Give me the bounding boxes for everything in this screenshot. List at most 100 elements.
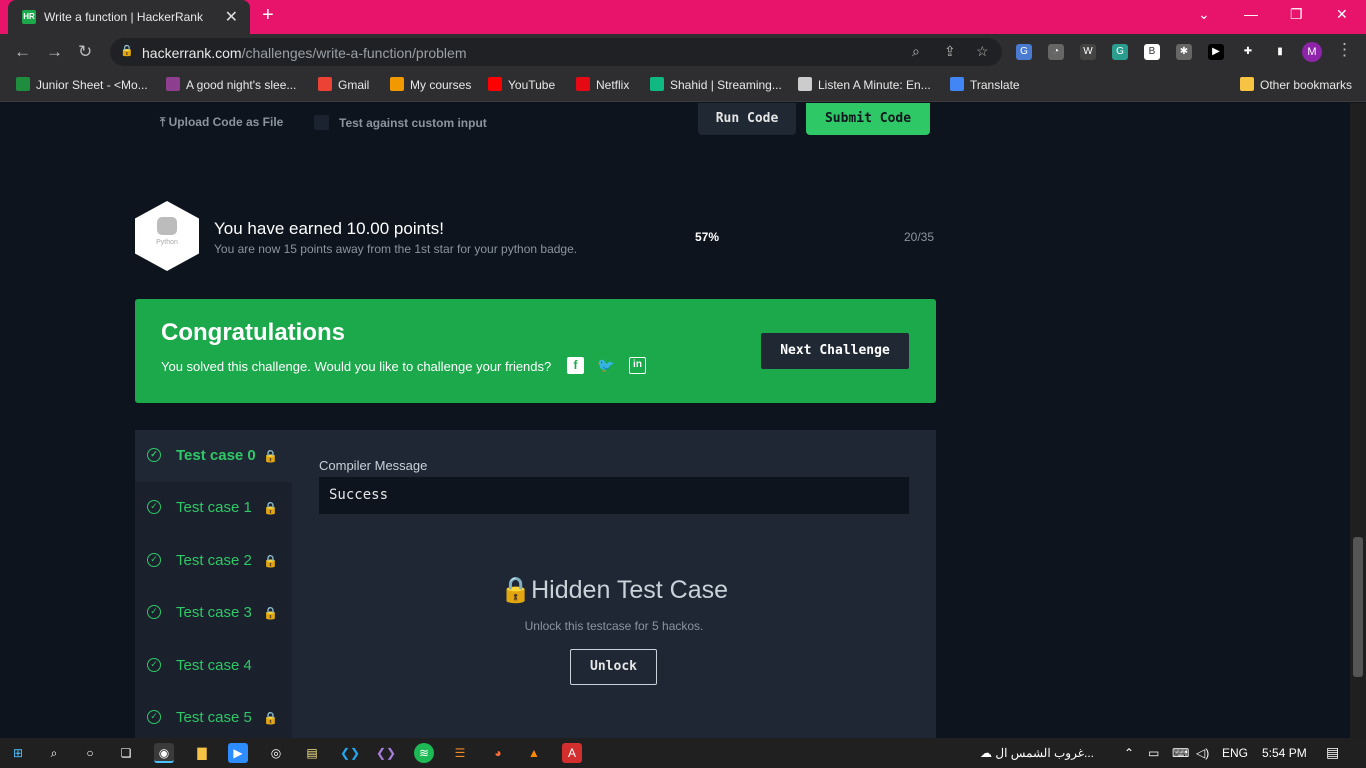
window-close-icon[interactable]: ✕ <box>1336 6 1348 23</box>
compiler-message-label: Compiler Message <box>319 458 428 473</box>
restore-icon[interactable]: ❐ <box>1290 6 1303 23</box>
test-case-item[interactable]: ✓ Test case 2 🔒 <box>135 535 292 587</box>
clock[interactable]: 5:54 PM <box>1262 746 1307 760</box>
language-indicator[interactable]: ENG <box>1222 746 1248 760</box>
tab-title: Write a function | HackerRank <box>44 10 203 24</box>
b-ext-icon[interactable]: B <box>1144 44 1160 60</box>
test-case-item[interactable]: ✓ Test case 5 🔒 <box>135 692 292 738</box>
new-tab-icon[interactable]: + <box>262 4 274 27</box>
scrollbar-thumb[interactable] <box>1353 537 1363 677</box>
twitter-icon[interactable]: 🐦 <box>597 357 614 374</box>
test-case-item[interactable]: ✓ Test case 4 <box>135 640 292 692</box>
run-code-button[interactable]: Run Code <box>698 103 796 135</box>
bookmark-item[interactable]: Shahid | Streaming... <box>650 77 782 92</box>
volume-icon[interactable]: ◁) <box>1196 746 1209 760</box>
python-icon <box>157 217 177 235</box>
extensions-puzzle-icon[interactable]: ✚ <box>1240 44 1256 60</box>
extension-icon[interactable]: ◔ <box>1048 44 1064 60</box>
sublime-icon[interactable]: ☰ <box>450 743 470 763</box>
badge-percent: 57% <box>695 230 720 244</box>
submit-code-button[interactable]: Submit Code <box>806 103 930 135</box>
points-earned-text: You have earned 10.00 points! <box>214 219 445 238</box>
chrome-taskbar-icon[interactable]: ◉ <box>154 743 174 763</box>
congrats-title: Congratulations <box>161 319 345 346</box>
zoom-app-icon[interactable]: ▶ <box>228 743 248 763</box>
bookmark-item[interactable]: Translate <box>950 77 1020 92</box>
linkedin-icon[interactable]: in <box>629 357 646 374</box>
congratulations-banner: Congratulations You solved this challeng… <box>135 299 936 403</box>
spotify-icon[interactable]: ≋ <box>414 743 434 763</box>
check-circle-icon: ✓ <box>147 553 161 567</box>
share-icon[interactable]: ⇪ <box>944 43 956 60</box>
page-content: ⤒ Upload Code as File Test against custo… <box>0 103 1350 738</box>
menu-icon[interactable]: ⋮ <box>1336 40 1353 60</box>
ext-icon-2[interactable]: ✱ <box>1176 44 1192 60</box>
bookmark-item[interactable]: Junior Sheet - <Mo... <box>16 77 148 92</box>
bookmarks-bar: Junior Sheet - <Mo... A good night's sle… <box>0 70 1366 102</box>
congrats-message: You solved this challenge. Would you lik… <box>161 359 552 374</box>
minimize-icon[interactable]: — <box>1244 6 1258 22</box>
other-bookmarks[interactable]: Other bookmarks <box>1240 77 1352 92</box>
bookmark-item[interactable]: My courses <box>390 77 471 92</box>
reload-icon[interactable]: ↻ <box>78 42 92 62</box>
badge-label: Python <box>156 239 178 246</box>
next-challenge-button[interactable]: Next Challenge <box>761 333 909 369</box>
visual-studio-icon[interactable]: ❮❯ <box>376 743 396 763</box>
vlc-icon[interactable]: ▲ <box>524 743 544 763</box>
ime-icon[interactable]: ⌨ <box>1172 746 1189 760</box>
cortana-icon[interactable]: ○ <box>80 743 100 763</box>
hackerrank-favicon-icon: HR <box>22 10 36 24</box>
tray-chevron-icon[interactable]: ⌃ <box>1124 746 1134 760</box>
lock-icon: 🔒 <box>120 45 134 57</box>
facebook-icon[interactable]: f <box>567 357 584 374</box>
firefox-icon[interactable]: ◕ <box>488 743 508 763</box>
custom-input-label: Test against custom input <box>339 116 487 130</box>
bookmark-item[interactable]: Listen A Minute: En... <box>798 77 931 92</box>
profile-avatar[interactable]: M <box>1302 42 1322 62</box>
hidden-test-case-subtitle: Unlock this testcase for 5 hackos. <box>524 619 704 633</box>
grammarly-ext-icon[interactable]: G <box>1112 44 1128 60</box>
weather-widget[interactable]: ☁ غروب الشمس ال... <box>980 746 1094 760</box>
test-case-item[interactable]: ✓ Test case 0 🔒 <box>135 430 292 482</box>
compiler-message-output: Success <box>319 477 909 514</box>
browser-titlebar: HR Write a function | HackerRank ✕ + ⌄ —… <box>0 0 1366 34</box>
tab-search-icon[interactable]: ⌄ <box>1198 6 1210 23</box>
unlock-button[interactable]: Unlock <box>570 649 657 685</box>
notepad-icon[interactable]: ▤ <box>302 743 322 763</box>
page-scrollbar[interactable] <box>1350 103 1366 738</box>
test-case-item[interactable]: ✓ Test case 3 🔒 <box>135 587 292 639</box>
check-circle-icon: ✓ <box>147 500 161 514</box>
network-icon[interactable]: ▭ <box>1148 746 1159 760</box>
acrobat-icon[interactable]: A <box>562 743 582 763</box>
wordtune-ext-icon[interactable]: W <box>1080 44 1096 60</box>
forward-icon[interactable]: → <box>46 42 63 62</box>
custom-input-checkbox[interactable] <box>314 115 329 130</box>
back-icon[interactable]: ← <box>14 42 31 62</box>
windows-start-icon[interactable]: ⊞ <box>8 743 28 763</box>
browser-tab[interactable]: HR Write a function | HackerRank ✕ <box>8 0 250 34</box>
bookmark-item[interactable]: Netflix <box>576 77 629 92</box>
search-icon[interactable]: ⌕ <box>44 743 64 763</box>
test-case-item[interactable]: ✓ Test case 1 🔒 <box>135 482 292 534</box>
check-circle-icon: ✓ <box>147 605 161 619</box>
bookmark-star-icon[interactable]: ☆ <box>976 43 989 60</box>
bookmark-item[interactable]: A good night's slee... <box>166 77 296 92</box>
vscode-icon[interactable]: ❮❯ <box>340 743 360 763</box>
zoom-icon[interactable]: ⌕ <box>912 43 920 60</box>
badge-progress-text: You are now 15 points away from the 1st … <box>214 242 578 256</box>
bookmark-item[interactable]: YouTube <box>488 77 555 92</box>
browser-toolbar: ← → ↻ 🔒 hackerrank.com/challenges/write-… <box>0 34 1366 70</box>
tab-close-icon[interactable]: ✕ <box>225 7 238 27</box>
lock-icon: 🔒 <box>499 576 532 604</box>
play-ext-icon[interactable]: ▶ <box>1208 44 1224 60</box>
lock-icon: 🔒 <box>263 606 278 620</box>
task-view-icon[interactable]: ❏ <box>116 743 136 763</box>
bookmark-item[interactable]: Gmail <box>318 77 369 92</box>
app-icon[interactable]: ◎ <box>266 743 286 763</box>
address-bar[interactable]: 🔒 hackerrank.com/challenges/write-a-func… <box>110 38 1002 66</box>
notifications-icon[interactable]: ▤ <box>1326 744 1339 761</box>
file-explorer-icon[interactable]: ▇ <box>192 743 212 763</box>
translate-ext-icon[interactable]: G <box>1016 44 1032 60</box>
upload-code-button[interactable]: ⤒ Upload Code as File <box>160 115 283 130</box>
side-panel-icon[interactable]: ▮ <box>1272 44 1288 60</box>
